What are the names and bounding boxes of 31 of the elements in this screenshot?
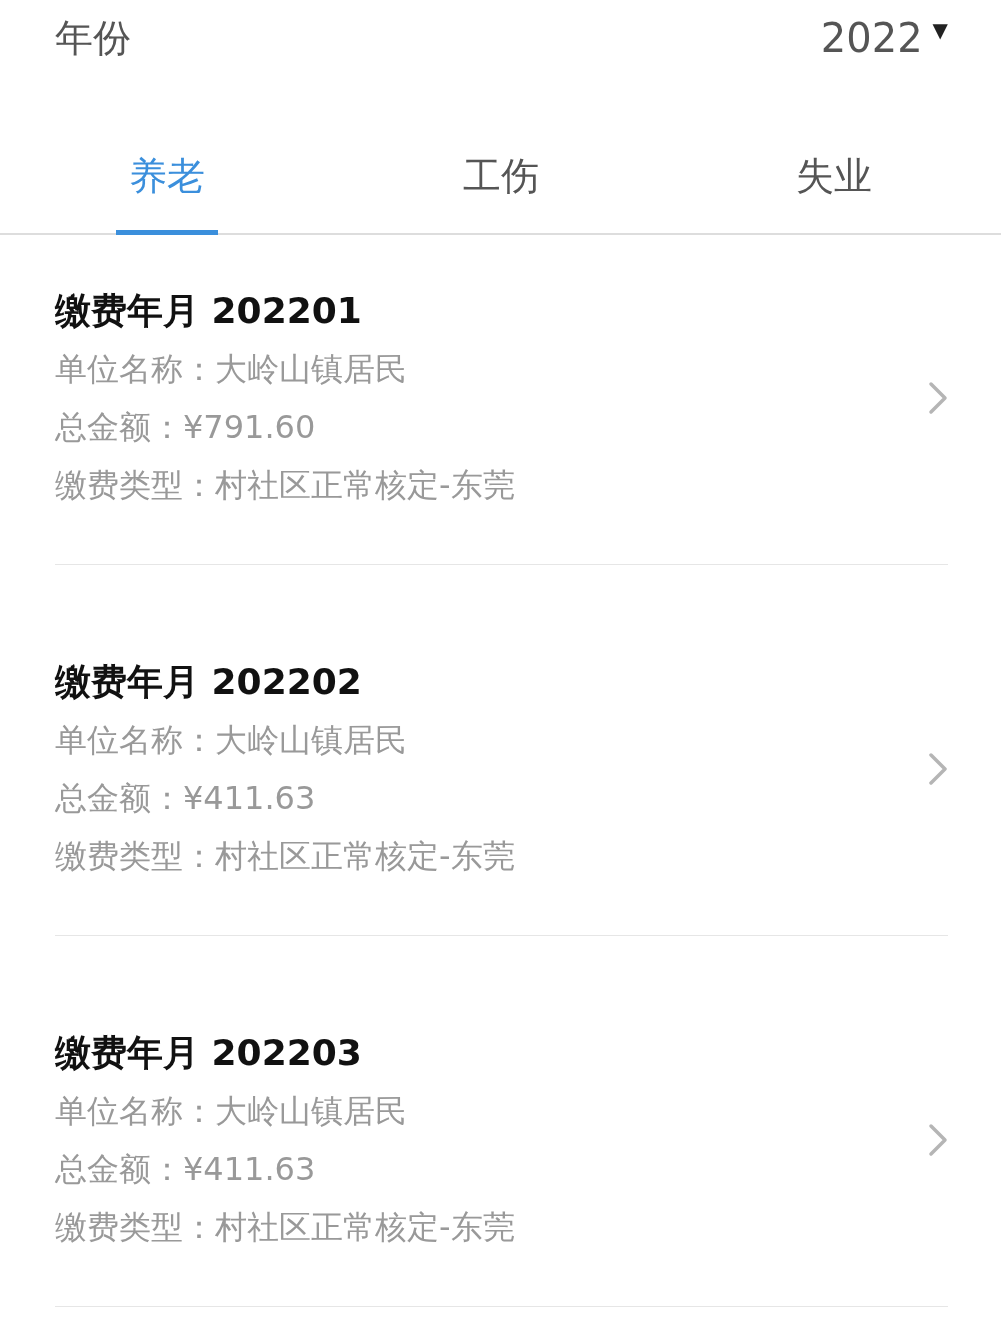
tab[interactable]: 工伤 [333, 120, 668, 233]
field-value: 大岭山镇居民 [215, 1092, 407, 1130]
field-value: 大岭山镇居民 [215, 350, 407, 388]
field-value: 大岭山镇居民 [215, 721, 407, 759]
record-item[interactable]: 缴费年月 202201 单位名称：大岭山镇居民 总金额：¥791.60 缴费类型：村社区正常核定-东莞 [55, 235, 948, 565]
field-label: 总金额： [55, 779, 183, 817]
field-label: 缴费类型： [55, 837, 215, 875]
field-label: 总金额： [55, 408, 183, 446]
field-label: 单位名称： [55, 721, 215, 759]
field-label: 总金额： [55, 1150, 183, 1188]
field-value: ¥411.63 [183, 779, 316, 817]
field-value: 村社区正常核定-东莞 [215, 837, 515, 875]
field-value: 村社区正常核定-东莞 [215, 1208, 515, 1246]
chevron-right-icon [928, 381, 948, 415]
record-item[interactable]: 缴费年月 202202 单位名称：大岭山镇居民 总金额：¥411.63 缴费类型：村社区正常核定-东莞 [55, 565, 948, 936]
field-label: 缴费类型： [55, 466, 215, 504]
record-title: 缴费年月 202203 [55, 1031, 363, 1075]
year-label: 年份 [55, 14, 131, 62]
tab[interactable]: 失业 [667, 120, 1001, 233]
field-value: 村社区正常核定-东莞 [215, 466, 515, 504]
record-item[interactable]: 缴费年月 202203 单位名称：大岭山镇居民 总金额：¥411.63 缴费类型：村社区正常核定-东莞 [55, 936, 948, 1307]
field-value: ¥411.63 [183, 1150, 316, 1188]
chevron-right-icon [928, 1123, 948, 1157]
chevron-right-icon [928, 752, 948, 786]
record-title: 缴费年月 202201 [55, 289, 363, 333]
field-label: 缴费类型： [55, 1208, 215, 1246]
field-label: 单位名称： [55, 1092, 215, 1130]
field-value: ¥791.60 [183, 408, 316, 446]
year-dropdown[interactable]: 2022 ▼ [820, 15, 948, 61]
field-label: 单位名称： [55, 350, 215, 388]
record-title: 缴费年月 202202 [55, 660, 363, 704]
